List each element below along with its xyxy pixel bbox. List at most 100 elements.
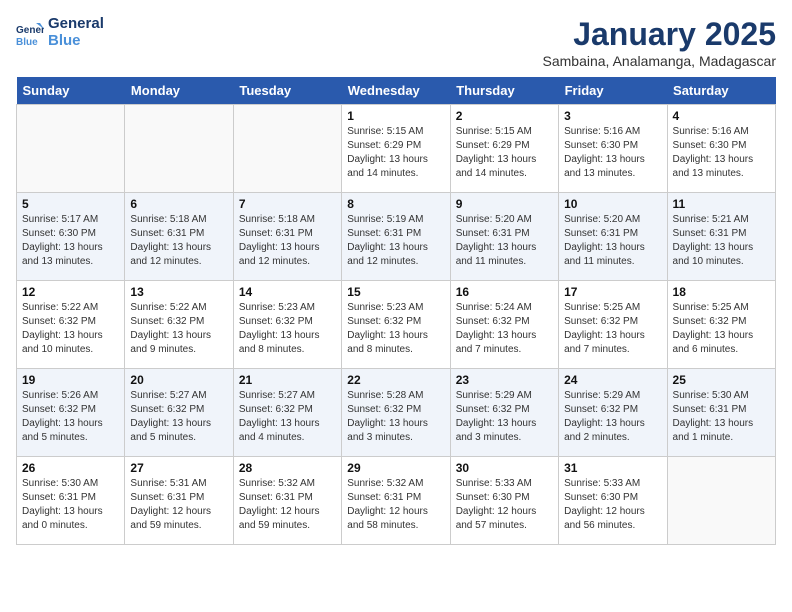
day-info: Sunrise: 5:24 AM Sunset: 6:32 PM Dayligh… <box>456 301 553 357</box>
day-info: Sunrise: 5:26 AM Sunset: 6:32 PM Dayligh… <box>22 389 119 445</box>
calendar-cell: 20 Sunrise: 5:27 AM Sunset: 6:32 PM Dayli… <box>125 369 233 457</box>
day-info: Sunrise: 5:27 AM Sunset: 6:32 PM Dayligh… <box>130 389 227 445</box>
day-info: Sunrise: 5:19 AM Sunset: 6:31 PM Dayligh… <box>347 213 444 269</box>
calendar-cell: 14Sunrise: 5:23 AM Sunset: 6:32 PM Dayli… <box>233 281 341 369</box>
day-number: 19 <box>22 373 119 387</box>
calendar-cell: 17 Sunrise: 5:25 AM Sunset: 6:32 PM Dayli… <box>559 281 667 369</box>
weekday-header-thursday: Thursday <box>450 77 558 105</box>
logo-line1: General <box>48 16 104 33</box>
day-info: Sunrise: 5:22 AM Sunset: 6:32 PM Dayligh… <box>130 301 227 357</box>
calendar-cell: 16Sunrise: 5:24 AM Sunset: 6:32 PM Dayli… <box>450 281 558 369</box>
day-number: 20 <box>130 373 227 387</box>
calendar-cell: 15 Sunrise: 5:23 AM Sunset: 6:32 PM Dayli… <box>342 281 450 369</box>
calendar-week-row: 26 Sunrise: 5:30 AM Sunset: 6:31 PM Dayli… <box>17 457 776 545</box>
calendar-week-row: 5Sunrise: 5:17 AM Sunset: 6:30 PM Daylig… <box>17 193 776 281</box>
day-number: 23 <box>456 373 553 387</box>
calendar-cell: 3 Sunrise: 5:16 AM Sunset: 6:30 PM Daylig… <box>559 105 667 193</box>
day-number: 14 <box>239 285 336 299</box>
logo-line2: Blue <box>48 33 104 50</box>
day-number: 5 <box>22 197 119 211</box>
calendar-cell: 26 Sunrise: 5:30 AM Sunset: 6:31 PM Dayli… <box>17 457 125 545</box>
day-info: Sunrise: 5:25 AM Sunset: 6:32 PM Dayligh… <box>673 301 770 357</box>
day-number: 12 <box>22 285 119 299</box>
day-number: 8 <box>347 197 444 211</box>
day-number: 22 <box>347 373 444 387</box>
calendar-cell: 19 Sunrise: 5:26 AM Sunset: 6:32 PM Dayli… <box>17 369 125 457</box>
calendar-cell: 29Sunrise: 5:32 AM Sunset: 6:31 PM Dayli… <box>342 457 450 545</box>
day-number: 31 <box>564 461 661 475</box>
day-info: Sunrise: 5:20 AM Sunset: 6:31 PM Dayligh… <box>456 213 553 269</box>
calendar-cell: 1Sunrise: 5:15 AM Sunset: 6:29 PM Daylig… <box>342 105 450 193</box>
day-number: 9 <box>456 197 553 211</box>
calendar-cell: 28 Sunrise: 5:32 AM Sunset: 6:31 PM Dayli… <box>233 457 341 545</box>
calendar-cell: 12 Sunrise: 5:22 AM Sunset: 6:32 PM Dayli… <box>17 281 125 369</box>
calendar-cell: 11 Sunrise: 5:21 AM Sunset: 6:31 PM Dayli… <box>667 193 775 281</box>
day-info: Sunrise: 5:16 AM Sunset: 6:30 PM Dayligh… <box>564 125 661 181</box>
calendar-cell: 2Sunrise: 5:15 AM Sunset: 6:29 PM Daylig… <box>450 105 558 193</box>
calendar-cell: 4Sunrise: 5:16 AM Sunset: 6:30 PM Daylig… <box>667 105 775 193</box>
calendar-cell: 25 Sunrise: 5:30 AM Sunset: 6:31 PM Dayli… <box>667 369 775 457</box>
day-number: 27 <box>130 461 227 475</box>
day-number: 15 <box>347 285 444 299</box>
calendar-cell: 18Sunrise: 5:25 AM Sunset: 6:32 PM Dayli… <box>667 281 775 369</box>
calendar-cell <box>667 457 775 545</box>
weekday-header-row: SundayMondayTuesdayWednesdayThursdayFrid… <box>17 77 776 105</box>
calendar-cell: 24Sunrise: 5:29 AM Sunset: 6:32 PM Dayli… <box>559 369 667 457</box>
weekday-header-saturday: Saturday <box>667 77 775 105</box>
calendar-cell: 22Sunrise: 5:28 AM Sunset: 6:32 PM Dayli… <box>342 369 450 457</box>
calendar-cell: 13 Sunrise: 5:22 AM Sunset: 6:32 PM Dayli… <box>125 281 233 369</box>
calendar-week-row: 12 Sunrise: 5:22 AM Sunset: 6:32 PM Dayli… <box>17 281 776 369</box>
calendar-cell: 9 Sunrise: 5:20 AM Sunset: 6:31 PM Daylig… <box>450 193 558 281</box>
logo-icon: General Blue <box>16 19 44 47</box>
calendar-week-row: 1Sunrise: 5:15 AM Sunset: 6:29 PM Daylig… <box>17 105 776 193</box>
day-info: Sunrise: 5:33 AM Sunset: 6:30 PM Dayligh… <box>456 477 553 533</box>
calendar-cell: 8 Sunrise: 5:19 AM Sunset: 6:31 PM Daylig… <box>342 193 450 281</box>
svg-text:General: General <box>16 25 44 36</box>
calendar-cell <box>125 105 233 193</box>
title-block: January 2025 Sambaina, Analamanga, Madag… <box>543 16 776 69</box>
day-number: 24 <box>564 373 661 387</box>
calendar-cell: 10 Sunrise: 5:20 AM Sunset: 6:31 PM Dayli… <box>559 193 667 281</box>
weekday-header-sunday: Sunday <box>17 77 125 105</box>
calendar-cell <box>233 105 341 193</box>
day-info: Sunrise: 5:30 AM Sunset: 6:31 PM Dayligh… <box>22 477 119 533</box>
calendar-table: SundayMondayTuesdayWednesdayThursdayFrid… <box>16 77 776 545</box>
svg-text:Blue: Blue <box>16 37 38 47</box>
day-info: Sunrise: 5:22 AM Sunset: 6:32 PM Dayligh… <box>22 301 119 357</box>
day-number: 1 <box>347 109 444 123</box>
day-number: 13 <box>130 285 227 299</box>
calendar-cell: 21Sunrise: 5:27 AM Sunset: 6:32 PM Dayli… <box>233 369 341 457</box>
calendar-cell: 30 Sunrise: 5:33 AM Sunset: 6:30 PM Dayli… <box>450 457 558 545</box>
weekday-header-tuesday: Tuesday <box>233 77 341 105</box>
location: Sambaina, Analamanga, Madagascar <box>543 53 776 69</box>
day-info: Sunrise: 5:18 AM Sunset: 6:31 PM Dayligh… <box>130 213 227 269</box>
day-number: 6 <box>130 197 227 211</box>
page-header: General Blue General Blue January 2025 S… <box>16 16 776 69</box>
day-number: 17 <box>564 285 661 299</box>
day-number: 26 <box>22 461 119 475</box>
day-number: 28 <box>239 461 336 475</box>
calendar-week-row: 19 Sunrise: 5:26 AM Sunset: 6:32 PM Dayli… <box>17 369 776 457</box>
day-number: 29 <box>347 461 444 475</box>
day-info: Sunrise: 5:20 AM Sunset: 6:31 PM Dayligh… <box>564 213 661 269</box>
day-info: Sunrise: 5:23 AM Sunset: 6:32 PM Dayligh… <box>347 301 444 357</box>
calendar-cell: 5Sunrise: 5:17 AM Sunset: 6:30 PM Daylig… <box>17 193 125 281</box>
day-number: 3 <box>564 109 661 123</box>
day-info: Sunrise: 5:32 AM Sunset: 6:31 PM Dayligh… <box>239 477 336 533</box>
day-info: Sunrise: 5:25 AM Sunset: 6:32 PM Dayligh… <box>564 301 661 357</box>
day-number: 10 <box>564 197 661 211</box>
day-number: 30 <box>456 461 553 475</box>
day-info: Sunrise: 5:16 AM Sunset: 6:30 PM Dayligh… <box>673 125 770 181</box>
calendar-cell: 7Sunrise: 5:18 AM Sunset: 6:31 PM Daylig… <box>233 193 341 281</box>
day-info: Sunrise: 5:21 AM Sunset: 6:31 PM Dayligh… <box>673 213 770 269</box>
calendar-cell: 6 Sunrise: 5:18 AM Sunset: 6:31 PM Daylig… <box>125 193 233 281</box>
day-number: 25 <box>673 373 770 387</box>
day-info: Sunrise: 5:31 AM Sunset: 6:31 PM Dayligh… <box>130 477 227 533</box>
day-number: 2 <box>456 109 553 123</box>
weekday-header-friday: Friday <box>559 77 667 105</box>
day-number: 7 <box>239 197 336 211</box>
calendar-cell <box>17 105 125 193</box>
day-info: Sunrise: 5:27 AM Sunset: 6:32 PM Dayligh… <box>239 389 336 445</box>
day-number: 11 <box>673 197 770 211</box>
day-info: Sunrise: 5:30 AM Sunset: 6:31 PM Dayligh… <box>673 389 770 445</box>
